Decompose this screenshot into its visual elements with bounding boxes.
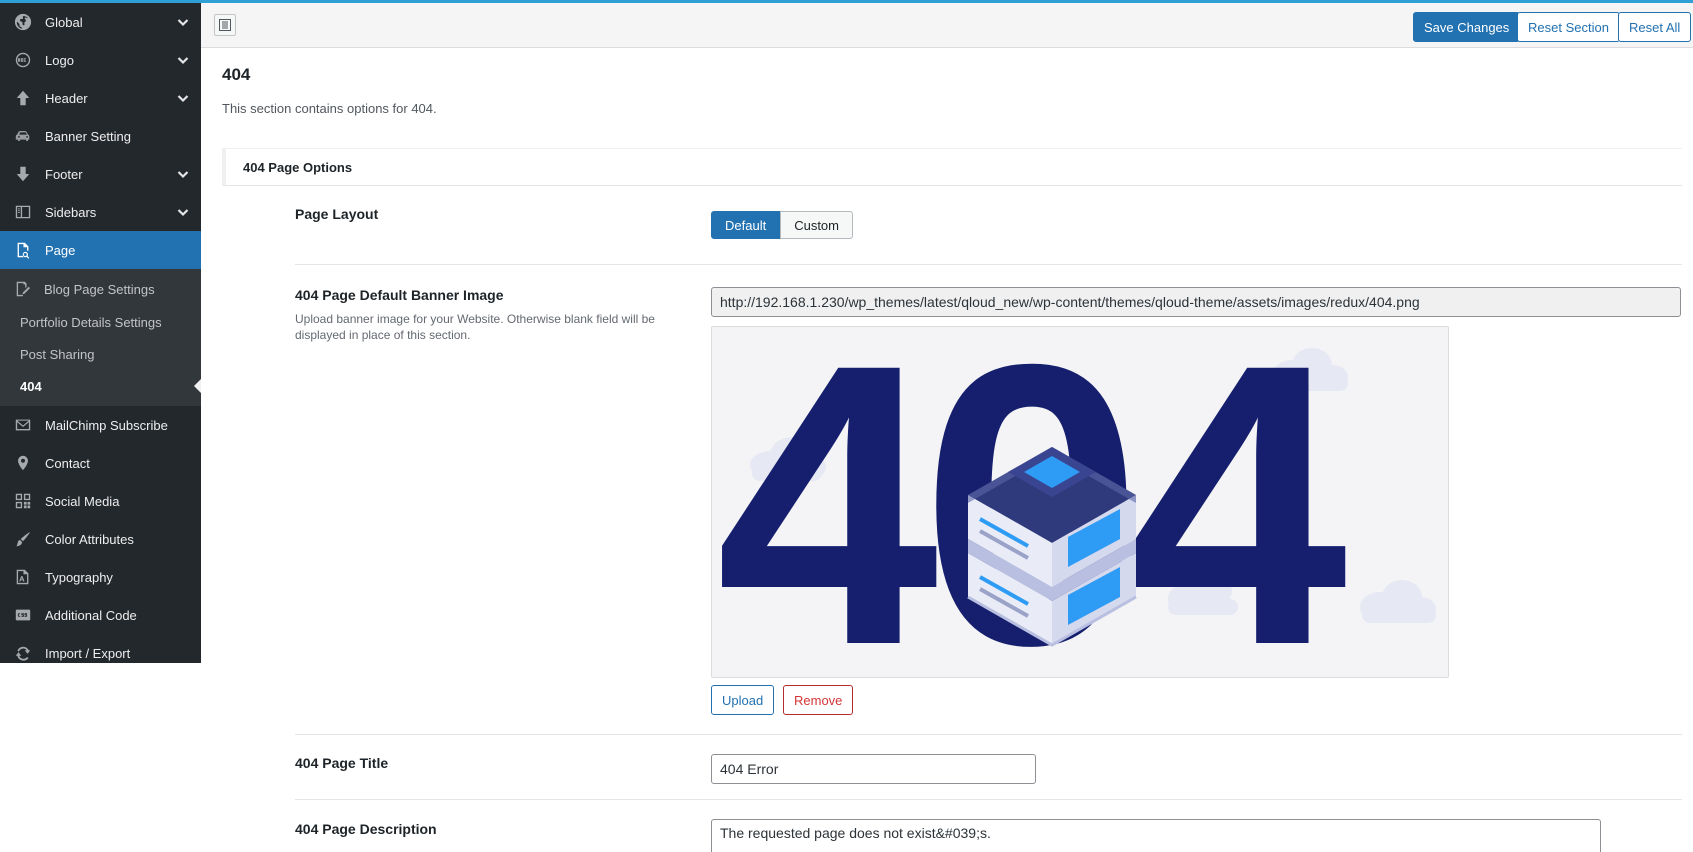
sidebar-item-sidebars[interactable]: Sidebars [0,193,201,231]
sidebar-item-mailchimp-subscribe[interactable]: MailChimp Subscribe [0,406,201,444]
refresh-icon [14,644,32,662]
sidebar-item-label: Footer [45,166,83,182]
chevron-down-icon [177,54,189,66]
section-title: 404 [222,65,251,84]
arrow-up-icon [14,89,32,107]
layout-option-custom[interactable]: Custom [780,211,853,239]
page-title-label: 404 Page Title [295,755,389,771]
sidebar-item-label: Color Attributes [45,531,134,547]
globe-icon [14,13,32,31]
page-description-label: 404 Page Description [295,821,437,837]
sidebar-subitem-blog-page-settings[interactable]: Blog Page Settings [0,272,201,306]
typography-icon [14,568,32,586]
section-description: This section contains options for 404. [222,101,437,116]
sidebar-subitem-portfolio-details-settings[interactable]: Portfolio Details Settings [0,306,201,338]
chevron-down-icon [177,206,189,218]
404-illustration: 404 [712,327,1448,677]
grid-share-icon [14,492,32,510]
banner-image-description: Upload banner image for your Website. Ot… [295,312,655,342]
field-divider [295,799,1682,800]
sidebar-item-label: Page [45,242,76,258]
sidebar-item-header[interactable]: Header [0,79,201,117]
page-description-textarea[interactable]: The requested page does not exist&#039;s… [711,819,1601,852]
car-icon [14,127,32,145]
page-submenu: Blog Page Settings Portfolio Details Set… [0,269,201,406]
reset-section-button[interactable]: Reset Section [1517,12,1620,42]
reset-all-button[interactable]: Reset All [1618,12,1692,42]
page-search-icon [14,241,32,259]
envelope-icon [14,416,32,434]
sidebar-item-social-media[interactable]: Social Media [0,482,201,520]
sidebar-item-label: Header [45,90,88,106]
page-layout-toggle: Default Custom [711,211,853,239]
sidebar-item-page[interactable]: Page [0,231,201,269]
sidebar-subitem-label: 404 [20,378,42,394]
banner-image-label: 404 Page Default Banner Image [295,287,504,303]
sidebar-item-label: MailChimp Subscribe [45,417,168,433]
sidebar-item-label: Import / Export [45,645,131,661]
sidebar-item-typography[interactable]: Typography [0,558,201,596]
sidebar-item-contact[interactable]: Contact [0,444,201,482]
remove-button[interactable]: Remove [783,685,854,715]
sidebar-item-label: Banner Setting [45,128,132,144]
sidebar-item-label: Additional Code [45,607,137,623]
save-changes-button[interactable]: Save Changes [1413,12,1521,42]
sidebar-item-additional-code[interactable]: Additional Code [0,596,201,634]
arrow-down-icon [14,165,32,183]
sidebar-item-label: Typography [45,569,113,585]
brush-icon [14,530,32,548]
sidebar-subitem-label: Blog Page Settings [44,281,155,297]
layout-icon [14,203,32,221]
sidebar-item-label: Logo [45,52,74,68]
options-toolbar: Save Changes Reset Section Reset All [201,3,1693,48]
page-title-input[interactable]: 404 Error [711,754,1036,784]
banner-image-url-field[interactable]: http://192.168.1.230/wp_themes/latest/ql… [711,287,1681,317]
sidebar-item-label: Sidebars [45,204,97,220]
expand-icon [219,19,231,31]
options-sidebar: Global Logo Header Banner Setting Footer… [0,3,201,663]
upload-button[interactable]: Upload [711,685,775,715]
sidebar-item-label: Social Media [45,493,120,509]
sidebar-item-footer[interactable]: Footer [0,155,201,193]
sidebar-subitem-404[interactable]: 404 [0,370,201,402]
section-group-header: 404 Page Options [222,148,1682,186]
sidebar-item-global[interactable]: Global [0,3,201,41]
banner-image-preview: 404 [711,326,1449,678]
sidebar-item-import-export[interactable]: Import / Export [0,634,201,672]
css-icon [14,606,32,624]
expand-options-button[interactable] [214,14,236,36]
sidebar-item-label: Contact [45,455,90,471]
options-panel: 404 This section contains options for 40… [201,49,1693,852]
chevron-down-icon [177,92,189,104]
field-divider [295,264,1682,265]
sidebar-item-logo[interactable]: Logo [0,41,201,79]
chevron-down-icon [177,168,189,180]
sidebar-item-color-attributes[interactable]: Color Attributes [0,520,201,558]
field-divider [295,734,1682,735]
logo-icon [14,51,32,69]
sidebar-subitem-label: Post Sharing [20,346,95,362]
chevron-down-icon [177,16,189,28]
location-pin-icon [14,454,32,472]
page-layout-label: Page Layout [295,206,379,222]
layout-option-default[interactable]: Default [711,211,781,239]
sidebar-subitem-post-sharing[interactable]: Post Sharing [0,338,201,370]
sidebar-item-label: Global [45,14,83,30]
sidebar-item-banner-setting[interactable]: Banner Setting [0,117,201,155]
sidebar-subitem-label: Portfolio Details Settings [20,314,162,330]
edit-page-icon [14,280,32,298]
